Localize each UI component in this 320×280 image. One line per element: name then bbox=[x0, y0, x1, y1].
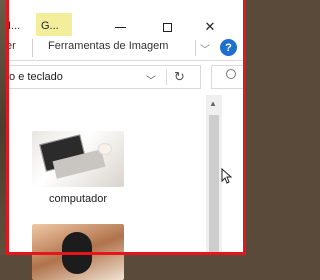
close-button[interactable]: ✕ bbox=[190, 16, 230, 38]
tab-view[interactable]: er bbox=[6, 40, 16, 52]
chevron-down-icon[interactable]: ﹀ bbox=[200, 41, 210, 56]
address-field[interactable]: to e teclado ﹀ ↻ bbox=[6, 65, 201, 89]
vertical-scrollbar[interactable]: ▲ bbox=[206, 95, 222, 255]
file-item[interactable]: computador bbox=[28, 131, 128, 205]
minimize-button[interactable] bbox=[100, 16, 140, 38]
ribbon-divider bbox=[195, 40, 196, 56]
maximize-icon bbox=[162, 22, 172, 32]
chevron-down-icon[interactable]: ﹀ bbox=[146, 72, 156, 87]
address-bar: to e teclado ﹀ ↻ bbox=[6, 63, 246, 91]
help-icon[interactable]: ? bbox=[220, 39, 237, 56]
scrollbar-thumb[interactable] bbox=[209, 115, 219, 255]
mouse-cursor-icon bbox=[221, 168, 233, 184]
file-explorer-window: I... G... ✕ er Ferramentas de Imagem ﹀ ?… bbox=[6, 0, 246, 280]
close-icon: ✕ bbox=[204, 19, 216, 34]
ribbon-tabs: er Ferramentas de Imagem ﹀ ? bbox=[6, 36, 246, 61]
search-icon bbox=[226, 69, 236, 79]
search-input[interactable] bbox=[211, 65, 246, 89]
file-name: computador bbox=[48, 193, 108, 205]
mug-shape bbox=[98, 143, 112, 155]
laptop-thumbnail bbox=[32, 131, 124, 187]
title-bar[interactable]: I... G... ✕ bbox=[6, 0, 246, 39]
maximize-button[interactable] bbox=[147, 16, 187, 38]
mouse-shape bbox=[62, 232, 92, 274]
ribbon-divider bbox=[32, 39, 33, 57]
minimize-icon bbox=[114, 26, 126, 28]
mouse-thumbnail bbox=[32, 224, 124, 280]
tab-picture-tools[interactable]: Ferramentas de Imagem bbox=[48, 40, 168, 52]
scroll-up-arrow-icon[interactable]: ▲ bbox=[209, 99, 217, 108]
address-divider bbox=[166, 69, 167, 85]
refresh-icon[interactable]: ↻ bbox=[174, 69, 185, 85]
address-path[interactable]: to e teclado bbox=[6, 71, 63, 83]
file-item[interactable] bbox=[28, 224, 128, 280]
